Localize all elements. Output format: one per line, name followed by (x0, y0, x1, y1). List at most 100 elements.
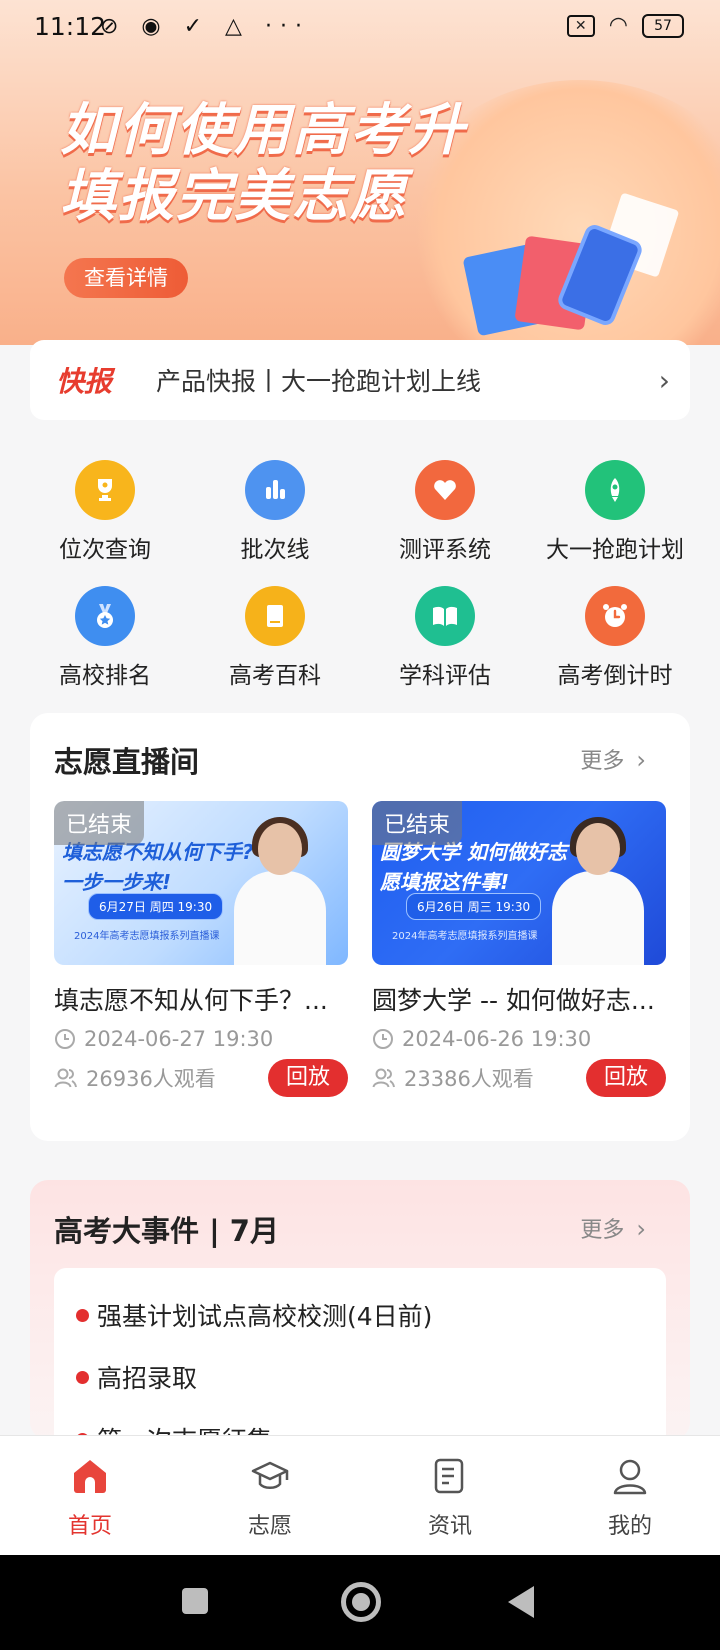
feature-countdown[interactable]: 高考倒计时 (530, 586, 700, 692)
clock-icon (55, 1029, 75, 1049)
thumbnail-text: 圆梦大学 如何做好志愿填报这件事! (380, 840, 567, 894)
feature-label: 高考倒计时 (557, 663, 673, 689)
event-text: 强基计划试点高校校测(4日前) (97, 1302, 433, 1331)
promo-banner[interactable]: 11:12 ⊘ ◉ ✓ △ ··· ✕ ◠ 57 如何使用高考升 填报完美志愿 … (0, 0, 720, 345)
tab-home[interactable]: 首页 (0, 1436, 180, 1555)
status-bar: 11:12 ⊘ ◉ ✓ △ ··· ✕ ◠ 57 (0, 0, 720, 56)
live-thumbnail[interactable]: 填志愿不知从何下手? 一步一步来! 6月27日 周四 19:30 2024年高考… (54, 801, 348, 965)
live-thumbnail[interactable]: 圆梦大学 如何做好志愿填报这件事! 6月26日 周三 19:30 2024年高考… (372, 801, 666, 965)
home-icon (68, 1454, 112, 1498)
feature-label: 学科评估 (399, 663, 491, 689)
tab-label: 资讯 (427, 1514, 472, 1539)
feature-label: 大一抢跑计划 (546, 537, 684, 563)
live-time-text: 2024-06-27 19:30 (84, 1027, 274, 1051)
chevron-right-icon[interactable]: › (659, 364, 670, 397)
tab-volunteer[interactable]: 志愿 (180, 1436, 360, 1555)
more-link[interactable]: 更多 › (580, 743, 646, 775)
live-item[interactable]: 圆梦大学 如何做好志愿填报这件事! 6月26日 周三 19:30 2024年高考… (372, 801, 666, 1097)
banner-headline: 如何使用高考升 填报完美志愿 (60, 98, 466, 230)
live-time-text: 2024-06-26 19:30 (402, 1027, 592, 1051)
tab-news[interactable]: 资讯 (360, 1436, 540, 1555)
view-details-button[interactable]: 查看详情 (64, 258, 188, 298)
status-notification-icons: ⊘ ◉ ✓ △ ··· (100, 14, 310, 39)
event-item[interactable]: 高招录取 (76, 1346, 666, 1408)
feature-university-ranking[interactable]: 高校排名 (20, 586, 190, 692)
thumbnail-footer: 2024年高考志愿填报系列直播课 (392, 931, 538, 942)
status-badge: 已结束 (54, 801, 145, 845)
feature-subject-evaluation[interactable]: 学科评估 (360, 586, 530, 692)
news-text[interactable]: 产品快报丨大一抢跑计划上线 (156, 362, 481, 398)
live-viewers: 23386人观看 (404, 1067, 534, 1091)
replay-button[interactable]: 回放 (268, 1059, 348, 1097)
more-label: 更多 (580, 749, 625, 774)
medal-icon (75, 586, 135, 646)
clock-icon (373, 1029, 393, 1049)
battery-icon: 57 (642, 13, 684, 38)
feature-grid: 位次查询 批次线 测评系统 大一抢跑计划 高校排名 高考百科 学科评估 高考倒计… (20, 460, 700, 692)
alarm-clock-icon (585, 586, 645, 646)
feature-label: 批次线 (240, 537, 310, 563)
graduation-cap-icon (248, 1454, 292, 1498)
status-badge: 已结束 (372, 801, 463, 845)
live-time: 2024-06-26 19:30 (372, 1027, 666, 1051)
sim-off-icon: ✕ (566, 14, 595, 37)
more-link[interactable]: 更多 › (580, 1212, 646, 1244)
thumbnail-text: 填志愿不知从何下手? 一步一步来! (62, 840, 254, 894)
banner-illustration (430, 192, 680, 340)
tab-label: 志愿 (247, 1514, 292, 1539)
home-button-icon[interactable] (341, 1582, 381, 1622)
exam-events-card: 高考大事件 | 7月 更多› 强基计划试点高校校测(4日前) 高招录取 第一次志… (30, 1180, 690, 1468)
live-item[interactable]: 填志愿不知从何下手? 一步一步来! 6月27日 周四 19:30 2024年高考… (54, 801, 348, 1097)
back-icon[interactable] (508, 1586, 534, 1618)
live-viewers: 26936人观看 (86, 1067, 216, 1091)
thumbnail-date: 6月27日 周四 19:30 (88, 893, 224, 920)
bar-chart-icon (245, 460, 305, 520)
live-title[interactable]: 填志愿不知从何下手？... (54, 981, 348, 1017)
banner-headline-line1: 如何使用高考升 (60, 98, 466, 163)
event-text: 高招录取 (97, 1364, 198, 1393)
feature-batch-line[interactable]: 批次线 (190, 460, 360, 566)
chevron-right-icon: › (636, 1215, 646, 1243)
presenter-photo (234, 815, 326, 965)
user-icon (608, 1454, 652, 1498)
status-time: 11:12 (34, 12, 107, 41)
live-title[interactable]: 圆梦大学 -- 如何做好志... (372, 981, 666, 1017)
feature-label: 高考百科 (229, 663, 321, 689)
bullet-dot (76, 1370, 89, 1384)
feature-label: 位次查询 (59, 537, 151, 563)
rocket-icon (585, 460, 645, 520)
section-title: 志愿直播间 (54, 745, 200, 779)
system-navigation-bar (0, 1555, 720, 1650)
news-ticker[interactable]: 快报 产品快报丨大一抢跑计划上线 › (30, 340, 690, 420)
event-item[interactable]: 强基计划试点高校校测(4日前) (76, 1284, 666, 1346)
bullet-dot (76, 1308, 89, 1322)
thumbnail-footer: 2024年高考志愿填报系列直播课 (74, 931, 220, 942)
document-icon (428, 1454, 472, 1498)
heart-icon (415, 460, 475, 520)
chevron-right-icon: › (636, 746, 646, 774)
feature-rank-query[interactable]: 位次查询 (20, 460, 190, 566)
section-title: 高考大事件 | 7月 (54, 1214, 279, 1248)
bottom-tab-bar: 首页 志愿 资讯 我的 (0, 1435, 720, 1555)
replay-button[interactable]: 回放 (586, 1059, 666, 1097)
trophy-icon (75, 460, 135, 520)
news-tag: 快报 (56, 365, 113, 398)
recent-apps-icon[interactable] (182, 1588, 208, 1614)
feature-encyclopedia[interactable]: 高考百科 (190, 586, 360, 692)
tab-label: 我的 (607, 1514, 652, 1539)
presenter-photo (552, 815, 644, 965)
users-icon (54, 1068, 77, 1088)
thumbnail-date: 6月26日 周三 19:30 (406, 893, 542, 920)
feature-label: 测评系统 (399, 537, 491, 563)
live-room-card: 志愿直播间 更多 › 填志愿不知从何下手? 一步一步来! 6月27日 周四 19:… (30, 713, 690, 1141)
wifi-icon: ◠ (608, 13, 628, 38)
live-time: 2024-06-27 19:30 (54, 1027, 348, 1051)
book-icon (245, 586, 305, 646)
feature-freshman-plan[interactable]: 大一抢跑计划 (530, 460, 700, 566)
open-book-icon (415, 586, 475, 646)
live-viewers-row: 26936人观看 回放 (54, 1059, 348, 1097)
feature-assessment[interactable]: 测评系统 (360, 460, 530, 566)
banner-headline-line2: 填报完美志愿 (60, 164, 408, 229)
more-label: 更多 (580, 1218, 625, 1243)
tab-profile[interactable]: 我的 (540, 1436, 720, 1555)
